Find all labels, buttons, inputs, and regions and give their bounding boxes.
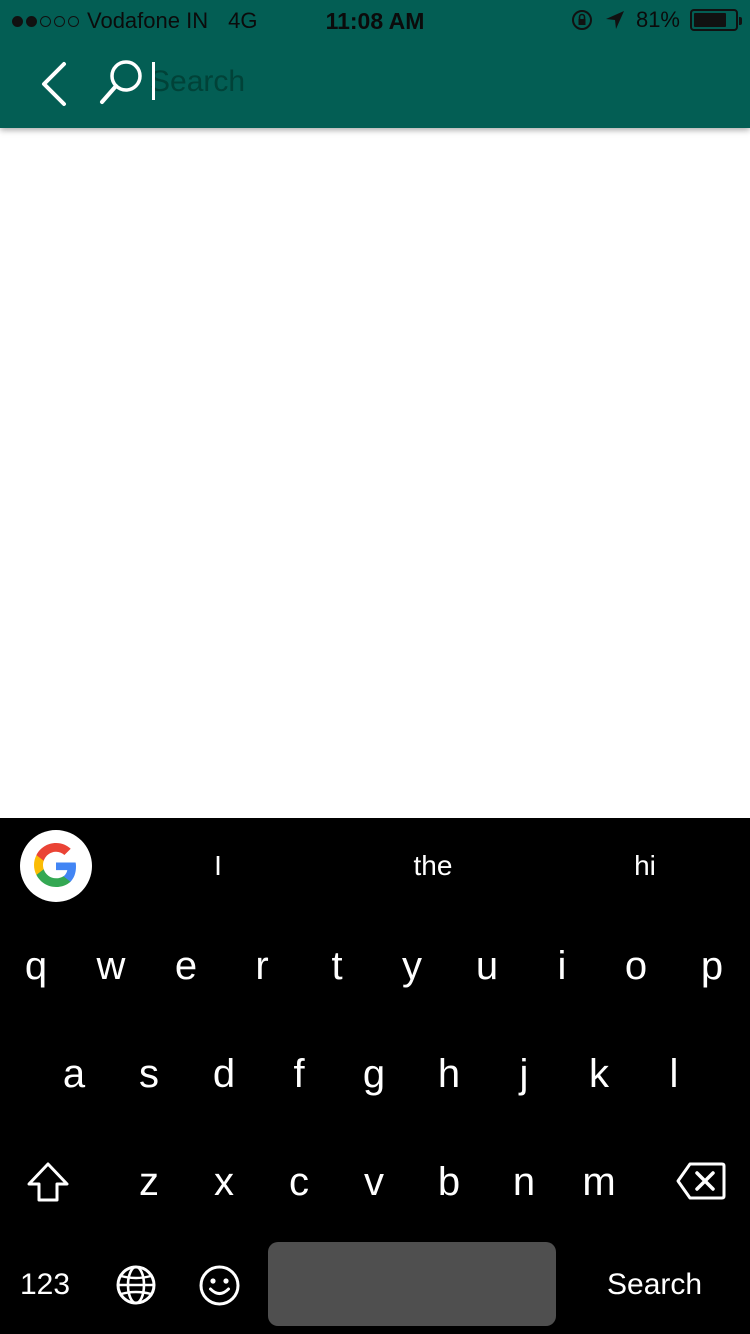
space-bar[interactable] [268, 1242, 556, 1326]
key-o[interactable]: o [625, 946, 647, 986]
key-w[interactable]: w [97, 946, 126, 986]
battery-icon [690, 9, 742, 31]
globe-icon[interactable] [115, 1264, 157, 1306]
suggestion-item[interactable]: the [414, 850, 453, 882]
key-j[interactable]: j [520, 1054, 529, 1094]
search-action-key[interactable]: Search [607, 1268, 702, 1302]
battery-fill [694, 13, 727, 27]
text-caret [152, 62, 155, 100]
key-c[interactable]: c [289, 1162, 309, 1202]
key-k[interactable]: k [589, 1054, 609, 1094]
key-n[interactable]: n [513, 1162, 535, 1202]
suggestion-item[interactable]: I [214, 850, 222, 882]
search-icon [100, 60, 142, 104]
status-bar: Vodafone IN 4G 11:08 AM 81% [0, 0, 750, 40]
google-g-icon[interactable] [20, 830, 92, 902]
key-t[interactable]: t [331, 946, 342, 986]
emoji-icon[interactable] [198, 1264, 241, 1307]
key-q[interactable]: q [25, 946, 47, 986]
key-r[interactable]: r [255, 946, 268, 986]
keyboard: I the hi q w e r t y u i o p a s d f g h… [0, 818, 750, 1334]
back-chevron-icon[interactable] [30, 58, 80, 110]
status-right: 81% [570, 7, 742, 33]
shift-icon[interactable] [26, 1161, 70, 1203]
orientation-lock-icon [571, 10, 592, 30]
battery-percent: 81% [635, 7, 680, 32]
key-g[interactable]: g [363, 1054, 385, 1094]
key-b[interactable]: b [438, 1162, 460, 1202]
suggestion-item[interactable]: hi [634, 850, 656, 882]
key-z[interactable]: z [139, 1162, 159, 1202]
key-l[interactable]: l [670, 1054, 679, 1094]
app-bar: Vodafone IN 4G 11:08 AM 81% [0, 0, 750, 128]
key-y[interactable]: y [402, 946, 422, 986]
key-s[interactable]: s [139, 1054, 159, 1094]
backspace-icon[interactable] [676, 1161, 726, 1201]
key-v[interactable]: v [364, 1162, 384, 1202]
key-f[interactable]: f [293, 1054, 304, 1094]
key-e[interactable]: e [175, 946, 197, 986]
key-x[interactable]: x [214, 1162, 234, 1202]
key-u[interactable]: u [476, 946, 498, 986]
numbers-key[interactable]: 123 [20, 1268, 70, 1302]
suggestion-bar: I the hi [0, 818, 750, 918]
key-a[interactable]: a [63, 1054, 85, 1094]
search-input[interactable] [150, 60, 710, 104]
location-arrow-icon [605, 11, 624, 29]
key-m[interactable]: m [582, 1162, 615, 1202]
key-d[interactable]: d [213, 1054, 235, 1094]
results-area [0, 128, 750, 818]
key-i[interactable]: i [558, 946, 567, 986]
key-h[interactable]: h [438, 1054, 460, 1094]
key-p[interactable]: p [701, 946, 723, 986]
